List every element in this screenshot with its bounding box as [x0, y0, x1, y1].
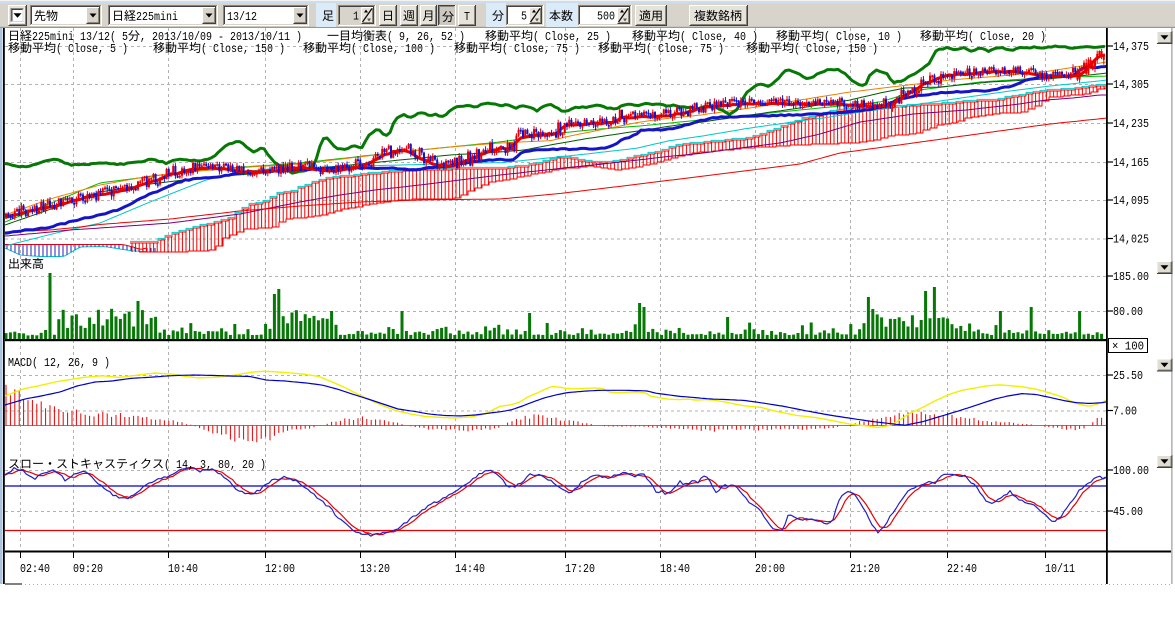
svg-text:17:20: 17:20: [565, 563, 595, 576]
svg-text:( Close, 150 ): ( Close, 150 ): [201, 43, 285, 56]
svg-text:14:40: 14:40: [455, 563, 485, 576]
svg-text:12:00: 12:00: [265, 563, 295, 576]
svg-text:10:40: 10:40: [168, 563, 198, 576]
svg-text:20:00: 20:00: [755, 563, 785, 576]
svg-text:1: 1: [353, 11, 359, 24]
svg-text:185.00: 185.00: [1113, 271, 1149, 284]
svg-text:14,025: 14,025: [1113, 234, 1149, 247]
svg-text:500: 500: [597, 11, 615, 24]
svg-text:100.00: 100.00: [1113, 465, 1149, 478]
svg-text:( 14, 3, 80, 20 ): ( 14, 3, 80, 20 ): [164, 459, 266, 472]
svg-text:14,375: 14,375: [1113, 41, 1149, 54]
svg-text:MACD( 12, 26, 9 ): MACD( 12, 26, 9 ): [8, 357, 110, 370]
svg-text:( Close, 150 ): ( Close, 150 ): [794, 43, 878, 56]
svg-text:21:20: 21:20: [850, 563, 880, 576]
svg-text:45.00: 45.00: [1113, 506, 1143, 519]
svg-text:80.00: 80.00: [1113, 306, 1143, 319]
svg-text:13/12: 13/12: [227, 11, 257, 24]
svg-text:10/11: 10/11: [1045, 563, 1075, 576]
svg-text:5: 5: [521, 11, 527, 24]
svg-text:25.50: 25.50: [1113, 370, 1143, 383]
svg-text:( Close, 5 ): ( Close, 5 ): [56, 43, 128, 56]
svg-text:02:40: 02:40: [20, 563, 50, 576]
svg-text:14,235: 14,235: [1113, 118, 1149, 131]
svg-text:09:20: 09:20: [73, 563, 103, 576]
svg-text:18:40: 18:40: [660, 563, 690, 576]
svg-text:× 100: × 100: [1112, 341, 1144, 354]
svg-text:( Close, 75 ): ( Close, 75 ): [502, 43, 580, 56]
svg-text:22:40: 22:40: [947, 563, 977, 576]
svg-text:T: T: [464, 11, 470, 24]
svg-text:7.00: 7.00: [1113, 406, 1137, 419]
svg-text:14,305: 14,305: [1113, 79, 1149, 92]
svg-text:14,095: 14,095: [1113, 195, 1149, 208]
svg-text:225mini: 225mini: [136, 11, 178, 24]
svg-text:( Close, 20 ): ( Close, 20 ): [968, 31, 1046, 44]
svg-text:( Close, 100 ): ( Close, 100 ): [351, 43, 435, 56]
svg-text:13:20: 13:20: [360, 563, 390, 576]
svg-text:14,165: 14,165: [1113, 157, 1149, 170]
svg-text:( Close, 75 ): ( Close, 75 ): [646, 43, 724, 56]
